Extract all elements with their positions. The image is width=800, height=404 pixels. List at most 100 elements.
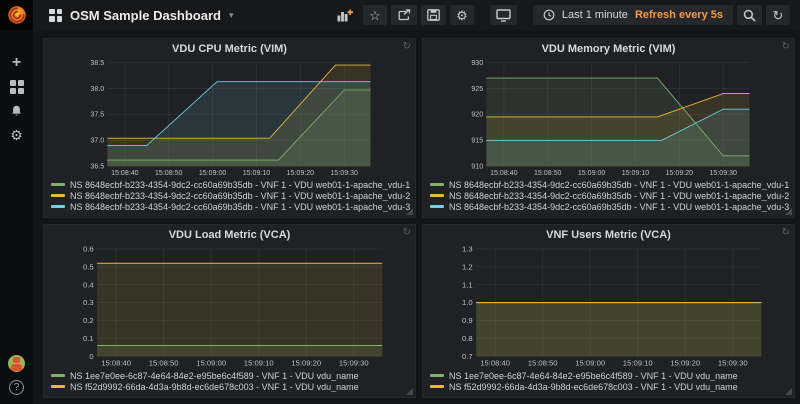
monitor-icon: [496, 9, 511, 22]
bell-icon: [10, 104, 23, 118]
clock-icon: [543, 9, 555, 21]
legend-item[interactable]: NS f52d9992-66da-4d3a-9b8d-ec6de678c003 …: [430, 381, 794, 392]
y-tick-label: 1.1: [462, 280, 473, 289]
gear-icon: ⚙: [456, 9, 468, 22]
panel-resize-handle[interactable]: [785, 388, 792, 395]
x-tick-label: 15:09:00: [575, 359, 605, 368]
y-tick-label: 0.9: [462, 316, 473, 325]
time-picker[interactable]: Last 1 minute Refresh every 5s: [533, 5, 733, 25]
legend-item[interactable]: NS 1ee7e0ee-6c87-4e64-84e2-e95be6c4f589 …: [430, 370, 794, 381]
share-button[interactable]: [391, 5, 417, 25]
x-tick-label: 15:08:40: [490, 170, 518, 177]
panel-title[interactable]: VDU Load Metric (VCA): [169, 229, 291, 241]
y-tick-label: 915: [471, 138, 483, 145]
dashboard-title[interactable]: OSM Sample Dashboard: [70, 8, 221, 23]
y-tick-label: 925: [471, 86, 483, 93]
legend-item[interactable]: NS 8648ecbf-b233-4354-9dc2-cc60a69b35db …: [430, 190, 794, 201]
refresh-spinner-icon: ↻: [403, 226, 411, 240]
user-avatar[interactable]: [8, 355, 25, 372]
x-tick-label: 15:08:40: [101, 359, 131, 368]
time-series-chart[interactable]: 91091592092593015:08:4015:08:5015:09:001…: [423, 57, 794, 178]
y-tick-label: 1.3: [462, 245, 473, 254]
sidebar-item-alerting[interactable]: [8, 102, 26, 119]
plus-icon: +: [12, 55, 21, 71]
sidebar-item-create[interactable]: +: [8, 54, 26, 71]
x-tick-label: 15:09:00: [199, 170, 227, 177]
legend-series-color: [430, 205, 444, 208]
x-tick-label: 15:09:00: [196, 359, 226, 368]
star-icon: ☆: [369, 9, 381, 22]
y-tick-label: 0.8: [462, 334, 473, 343]
grafana-logo[interactable]: [0, 0, 33, 30]
chart-legend: NS 1ee7e0ee-6c87-4e64-84e2-e95be6c4f589 …: [44, 369, 415, 397]
panel-header[interactable]: VDU CPU Metric (VIM) ↻: [44, 39, 415, 57]
y-tick-label: 1.2: [462, 262, 473, 271]
legend-series-label: NS 8648ecbf-b233-4354-9dc2-cc60a69b35db …: [449, 202, 789, 212]
star-button[interactable]: ☆: [363, 5, 387, 25]
sidebar-item-configuration[interactable]: ⚙: [8, 126, 26, 143]
dashboard-icon: [49, 9, 62, 22]
time-series-chart[interactable]: 00.10.20.30.40.50.615:08:4015:08:5015:09…: [44, 243, 415, 369]
legend-series-color: [430, 183, 444, 186]
main-area: OSM Sample Dashboard ▾ ☆: [33, 0, 800, 404]
refresh-spinner-icon: ↻: [782, 226, 790, 240]
legend-series-color: [51, 374, 65, 377]
legend-item[interactable]: NS 8648ecbf-b233-4354-9dc2-cc60a69b35db …: [430, 201, 794, 212]
legend-series-label: NS f52d9992-66da-4d3a-9b8d-ec6de678c003 …: [449, 382, 738, 392]
x-tick-label: 15:09:10: [623, 359, 653, 368]
tv-mode-button[interactable]: [490, 5, 517, 25]
panel-title[interactable]: VDU CPU Metric (VIM): [172, 43, 287, 55]
y-tick-label: 1.0: [462, 298, 473, 307]
panel-title[interactable]: VDU Memory Metric (VIM): [542, 43, 676, 55]
refresh-spinner-icon: ↻: [782, 40, 790, 54]
y-tick-label: 910: [471, 164, 483, 171]
y-tick-label: 0.4: [83, 280, 94, 289]
panel-header[interactable]: VDU Load Metric (VCA) ↻: [44, 225, 415, 243]
legend-series-label: NS f52d9992-66da-4d3a-9b8d-ec6de678c003 …: [70, 382, 359, 392]
x-tick-label: 15:08:40: [480, 359, 510, 368]
y-tick-label: 0.1: [83, 334, 94, 343]
add-panel-icon: [337, 9, 353, 22]
legend-series-label: NS 1ee7e0ee-6c87-4e64-84e2-e95be6c4f589 …: [449, 371, 738, 381]
panel-header[interactable]: VNF Users Metric (VCA) ↻: [423, 225, 794, 243]
time-series-chart[interactable]: 36.537.037.538.038.515:08:4015:08:5015:0…: [44, 57, 415, 178]
legend-item[interactable]: NS f52d9992-66da-4d3a-9b8d-ec6de678c003 …: [51, 381, 415, 392]
legend-series-color: [430, 194, 444, 197]
legend-item[interactable]: NS 1ee7e0ee-6c87-4e64-84e2-e95be6c4f589 …: [51, 370, 415, 381]
sidebar: + ⚙ ?: [0, 0, 33, 404]
refresh-button[interactable]: ↻: [766, 5, 790, 25]
topbar: OSM Sample Dashboard ▾ ☆: [33, 0, 800, 30]
magnifier-icon: [743, 9, 756, 22]
x-tick-label: 15:09:20: [291, 359, 321, 368]
dashboard-title-group: OSM Sample Dashboard ▾: [49, 8, 234, 23]
legend-item[interactable]: NS 8648ecbf-b233-4354-9dc2-cc60a69b35db …: [51, 201, 415, 212]
zoom-out-button[interactable]: [737, 5, 762, 25]
legend-series-color: [51, 194, 65, 197]
x-tick-label: 15:08:50: [149, 359, 179, 368]
series-fill: [476, 303, 761, 357]
sidebar-item-dashboards[interactable]: [8, 78, 26, 95]
add-panel-button[interactable]: [331, 5, 359, 25]
help-icon[interactable]: ?: [9, 380, 24, 395]
settings-button[interactable]: ⚙: [450, 5, 474, 25]
legend-item[interactable]: NS 8648ecbf-b233-4354-9dc2-cc60a69b35db …: [430, 179, 794, 190]
series-fill: [97, 263, 382, 356]
panel-vnf-users-metric: VNF Users Metric (VCA) ↻ 0.70.80.91.01.1…: [422, 224, 795, 398]
refresh-icon: ↻: [773, 9, 784, 22]
save-button[interactable]: [421, 5, 446, 25]
panel-resize-handle[interactable]: [785, 208, 792, 215]
x-tick-label: 15:08:50: [155, 170, 183, 177]
panel-resize-handle[interactable]: [406, 208, 413, 215]
chart-legend: NS 8648ecbf-b233-4354-9dc2-cc60a69b35db …: [44, 178, 415, 217]
y-tick-label: 0.3: [83, 298, 94, 307]
panel-resize-handle[interactable]: [406, 388, 413, 395]
x-tick-label: 15:09:00: [578, 170, 606, 177]
x-tick-label: 15:09:20: [666, 170, 694, 177]
time-series-chart[interactable]: 0.70.80.91.01.11.21.315:08:4015:08:5015:…: [423, 243, 794, 369]
panel-title[interactable]: VNF Users Metric (VCA): [546, 229, 671, 241]
x-tick-label: 15:09:30: [339, 359, 369, 368]
legend-item[interactable]: NS 8648ecbf-b233-4354-9dc2-cc60a69b35db …: [51, 179, 415, 190]
panel-header[interactable]: VDU Memory Metric (VIM) ↻: [423, 39, 794, 57]
chevron-down-icon[interactable]: ▾: [229, 10, 234, 21]
legend-item[interactable]: NS 8648ecbf-b233-4354-9dc2-cc60a69b35db …: [51, 190, 415, 201]
